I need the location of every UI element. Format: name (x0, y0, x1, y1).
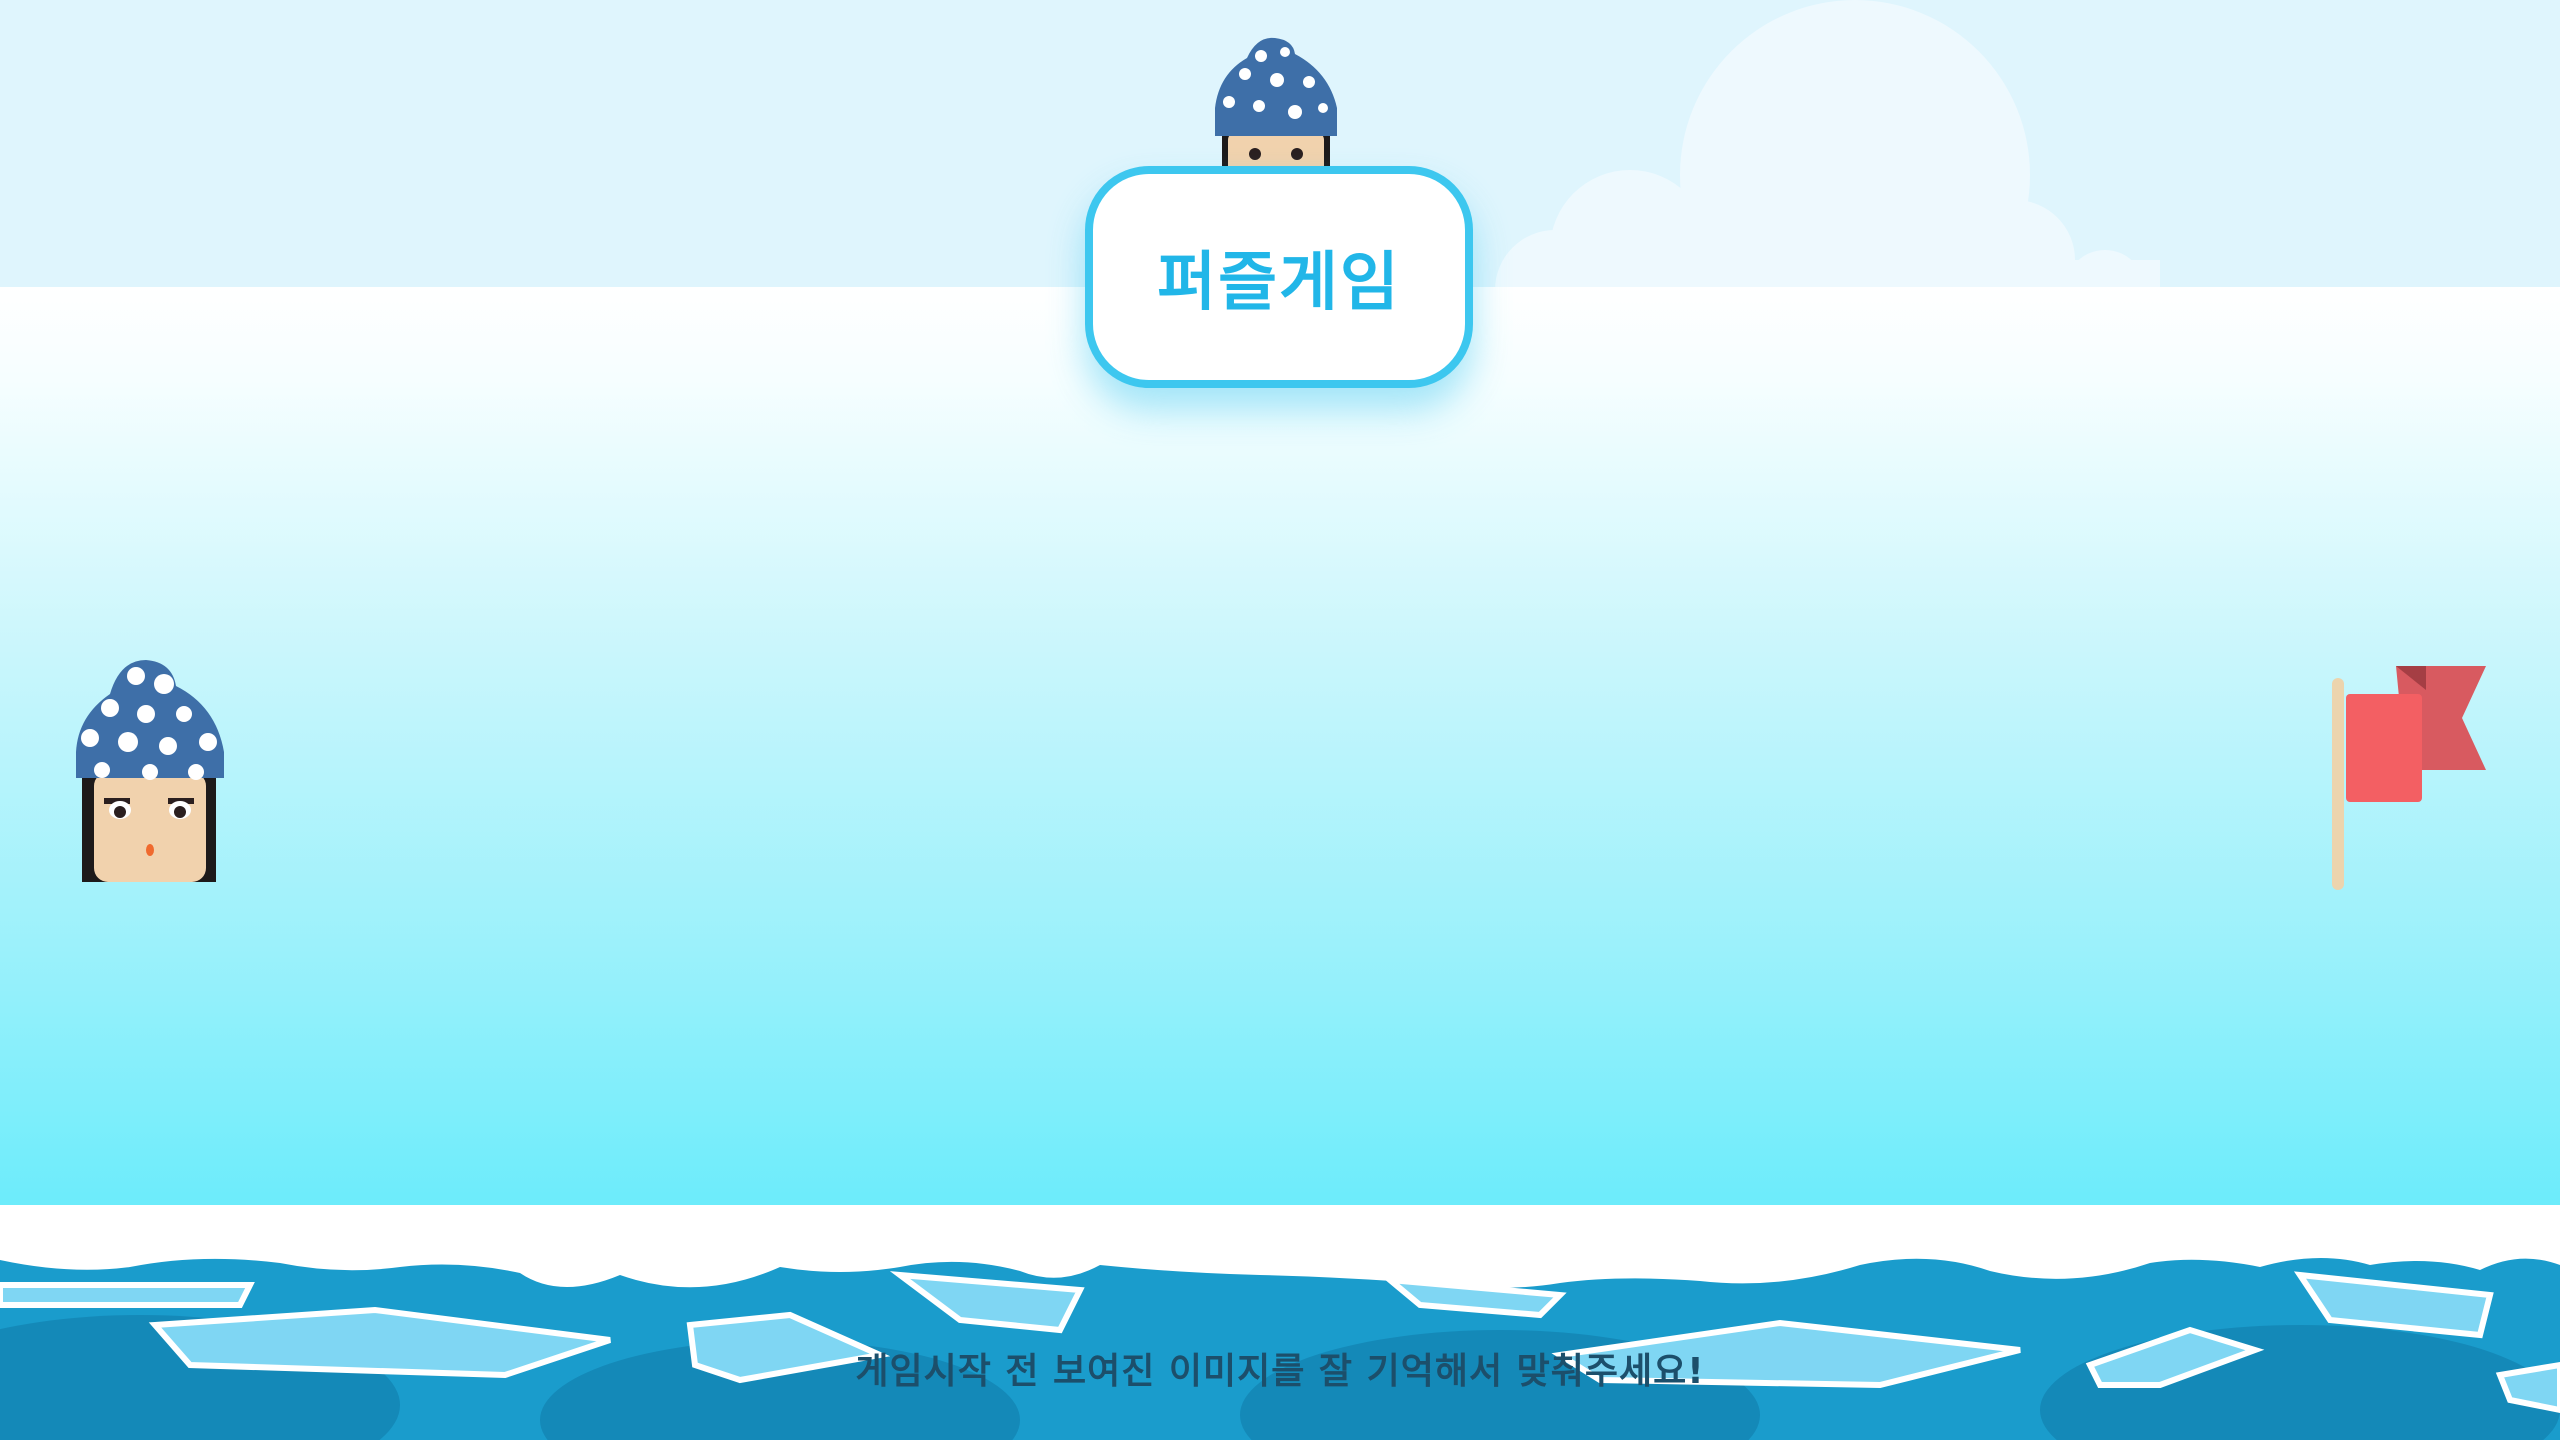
instruction-text: 게임시작 전 보여진 이미지를 잘 기억해서 맞춰주세요! (855, 1351, 1705, 1392)
title-panel: 퍼즐게임 (1085, 166, 1475, 388)
red-flag-icon[interactable] (2326, 660, 2486, 890)
cloud-decoration (1495, 0, 2160, 290)
play-field (0, 287, 2560, 1207)
character-head-icon[interactable] (76, 660, 224, 882)
title-box: 퍼즐게임 (1085, 166, 1473, 388)
game-scene: 퍼즐게임 게임시작 전 보여진 이미지를 잘 기억해서 맞춰주세요! (0, 0, 2560, 1440)
ice-water-ground (0, 1205, 2560, 1440)
game-title: 퍼즐게임 (1157, 246, 1401, 320)
character-peeking-icon (1215, 37, 1337, 166)
